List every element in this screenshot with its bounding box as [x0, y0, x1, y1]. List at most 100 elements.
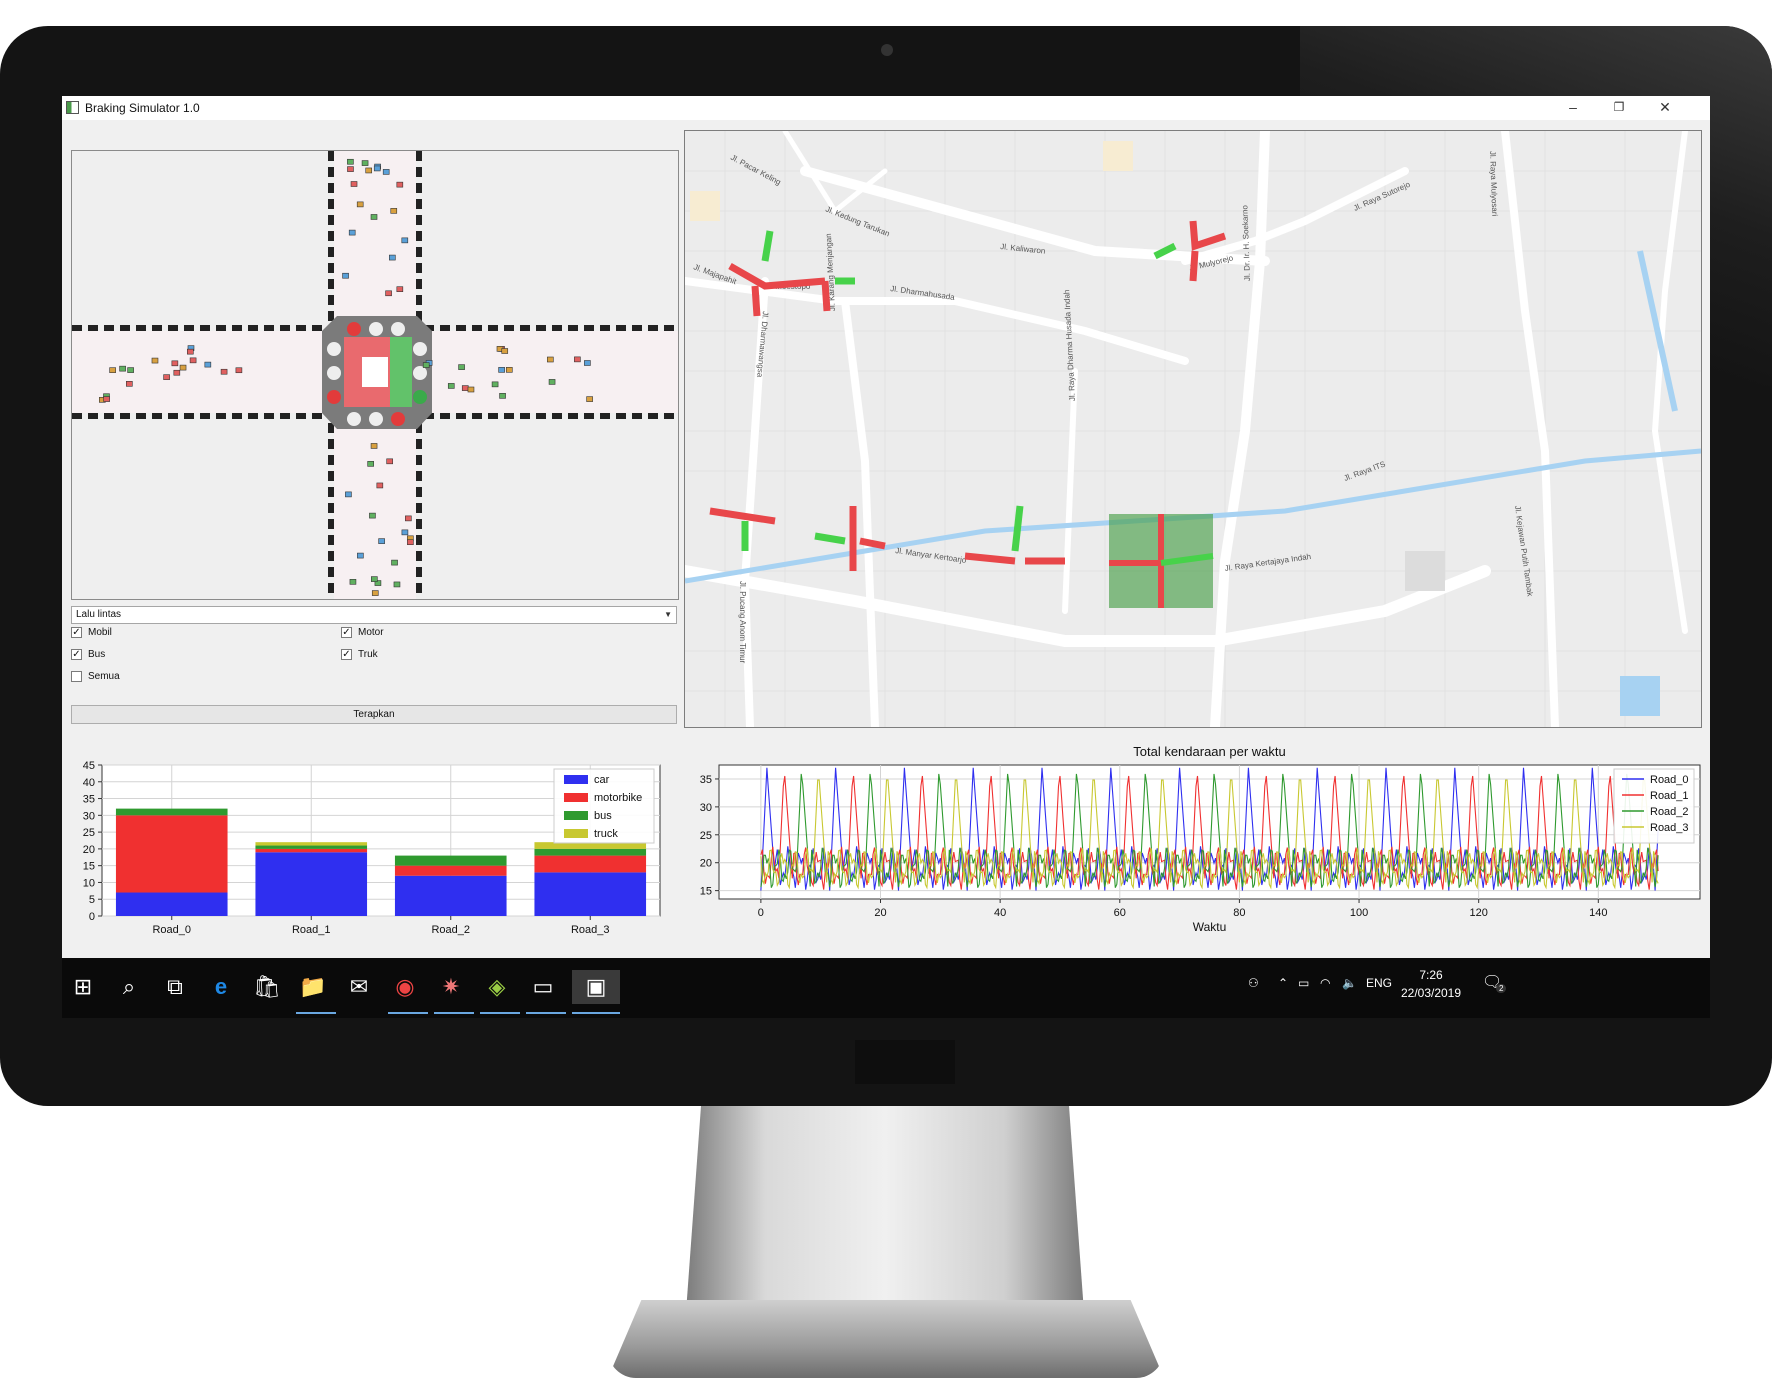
clock[interactable]: 7:26 22/03/2019	[1398, 966, 1464, 1002]
vehicle	[370, 214, 378, 220]
bar-segment	[394, 855, 507, 866]
vehicle	[505, 367, 513, 373]
wifi-icon[interactable]: ◠	[1320, 976, 1330, 990]
file-explorer-icon[interactable]: 📁	[296, 970, 330, 1004]
mail-icon[interactable]: ✉	[342, 970, 376, 1004]
checkbox-motor-box[interactable]: ✓	[341, 627, 352, 638]
legend-label: Road_1	[1650, 790, 1689, 802]
chrome-icon[interactable]: ◉	[388, 970, 422, 1004]
task-view-icon[interactable]: ⧉	[158, 970, 192, 1004]
vehicle	[407, 539, 414, 546]
vehicle	[499, 393, 506, 399]
vehicle	[390, 208, 398, 214]
monitor-chin-logo	[855, 1040, 955, 1084]
vehicle	[382, 169, 390, 175]
bar-y-tick-label: 10	[83, 877, 95, 889]
active-indicator	[526, 1012, 566, 1014]
window-title: Braking Simulator 1.0	[85, 101, 200, 115]
network-app-icon[interactable]: ✷	[434, 970, 468, 1004]
checkbox-truk-box[interactable]: ✓	[341, 649, 352, 660]
maximize-button[interactable]: ❐	[1596, 96, 1642, 120]
bluestacks-icon[interactable]: ◈	[480, 970, 514, 1004]
search-icon[interactable]: ⌕	[112, 970, 146, 1004]
vehicle	[173, 369, 181, 376]
vehicle	[171, 360, 179, 367]
clock-time: 7:26	[1419, 968, 1443, 982]
legend-label: Road_0	[1650, 774, 1689, 786]
vehicle	[405, 515, 412, 522]
line-legend: Road_0 Road_1 Road_2 Road_3	[1613, 768, 1695, 844]
start-icon[interactable]: ⊞	[66, 970, 100, 1004]
checkbox-mobil[interactable]: ✓ Mobil	[71, 627, 112, 638]
vehicle	[350, 181, 358, 187]
vehicle	[547, 356, 554, 363]
vehicle	[586, 396, 593, 402]
pond	[1620, 676, 1660, 716]
store-icon[interactable]: 🛍	[250, 970, 284, 1004]
line-y-tick-label: 30	[700, 802, 712, 814]
vehicle	[386, 458, 393, 465]
checkbox-mobil-box[interactable]: ✓	[71, 627, 82, 638]
legend-swatch	[564, 775, 588, 784]
view-select-value: Lalu lintas	[76, 609, 122, 620]
minimize-button[interactable]: –	[1550, 96, 1596, 120]
checkbox-motor[interactable]: ✓ Motor	[341, 627, 384, 638]
legend-label: Road_3	[1650, 822, 1689, 834]
checkbox-bus[interactable]: ✓ Bus	[71, 649, 105, 660]
battery-icon[interactable]: ▭	[1298, 976, 1309, 990]
line-x-tick-label: 80	[1233, 907, 1245, 919]
vehicle	[371, 576, 378, 582]
language-indicator[interactable]: ENG	[1366, 976, 1392, 990]
simulator-app-icon[interactable]: ▣	[572, 970, 620, 1004]
intersection-simulation	[71, 150, 679, 600]
show-hidden-icons-icon[interactable]: ⌃	[1278, 976, 1288, 990]
bar-segment	[255, 845, 368, 849]
vehicle	[467, 386, 475, 393]
checkbox-truk[interactable]: ✓ Truk	[341, 649, 378, 660]
bar-y-tick-label: 30	[83, 810, 95, 822]
vehicles-over-time-line-chart: Total kendaraan per waktu 15 20 25 30 35 0 20 40…	[682, 732, 1710, 958]
close-button[interactable]: ✕	[1642, 96, 1688, 120]
vehicle	[365, 167, 373, 174]
legend-swatch	[564, 811, 588, 820]
vehicle	[349, 579, 357, 585]
vehicle	[461, 385, 469, 391]
bar-chart-svg: 0 5 10 15 20 25 30 35 40 45 Road_0 Road_1 Road_2 Road…	[83, 760, 661, 936]
checkbox-semua[interactable]: Semua	[71, 671, 120, 682]
bar-segment	[394, 865, 507, 876]
legend-label: Road_2	[1650, 806, 1689, 818]
bar-y-tick-label: 25	[83, 827, 95, 839]
monitor-stand-base	[608, 1300, 1164, 1378]
volume-icon[interactable]: 🔈	[1342, 976, 1357, 990]
bar-segment	[255, 852, 368, 916]
vehicle	[501, 348, 509, 354]
vehicle	[347, 166, 354, 172]
bar-x-tick-label: Road_1	[292, 924, 331, 936]
bar-segment	[534, 872, 647, 916]
vehicle	[204, 361, 212, 368]
vehicle	[401, 529, 409, 536]
checkbox-semua-box[interactable]	[71, 671, 82, 682]
campus-block	[1405, 551, 1445, 591]
bar-segment	[115, 815, 228, 893]
vehicle	[447, 383, 455, 389]
window-titlebar[interactable]: Braking Simulator 1.0 – ❐ ✕	[62, 96, 1710, 120]
chevron-down-icon: ▼	[664, 610, 672, 619]
bar-y-tick-label: 15	[83, 861, 95, 873]
view-select[interactable]: Lalu lintas ▼	[71, 606, 677, 624]
people-icon[interactable]: ⚇	[1248, 976, 1259, 990]
traffic-map[interactable]: Jl. Pacar Keling Jl. Kedung Tarukan Jl. …	[684, 130, 1702, 728]
vehicle	[371, 590, 379, 596]
apply-button[interactable]: Terapkan	[71, 705, 677, 724]
terminal-icon[interactable]: ▭	[526, 970, 560, 1004]
checkbox-truk-label: Truk	[358, 649, 378, 660]
vehicle	[163, 374, 170, 380]
active-indicator	[434, 1012, 474, 1014]
vehicle	[109, 367, 116, 373]
edge-icon[interactable]: e	[204, 970, 238, 1004]
checkbox-bus-box[interactable]: ✓	[71, 649, 82, 660]
map-canvas[interactable]: Jl. Pacar Keling Jl. Kedung Tarukan Jl. …	[685, 131, 1701, 727]
vehicle	[422, 362, 430, 368]
bar-y-tick-label: 20	[83, 844, 95, 856]
vehicle	[373, 165, 381, 172]
